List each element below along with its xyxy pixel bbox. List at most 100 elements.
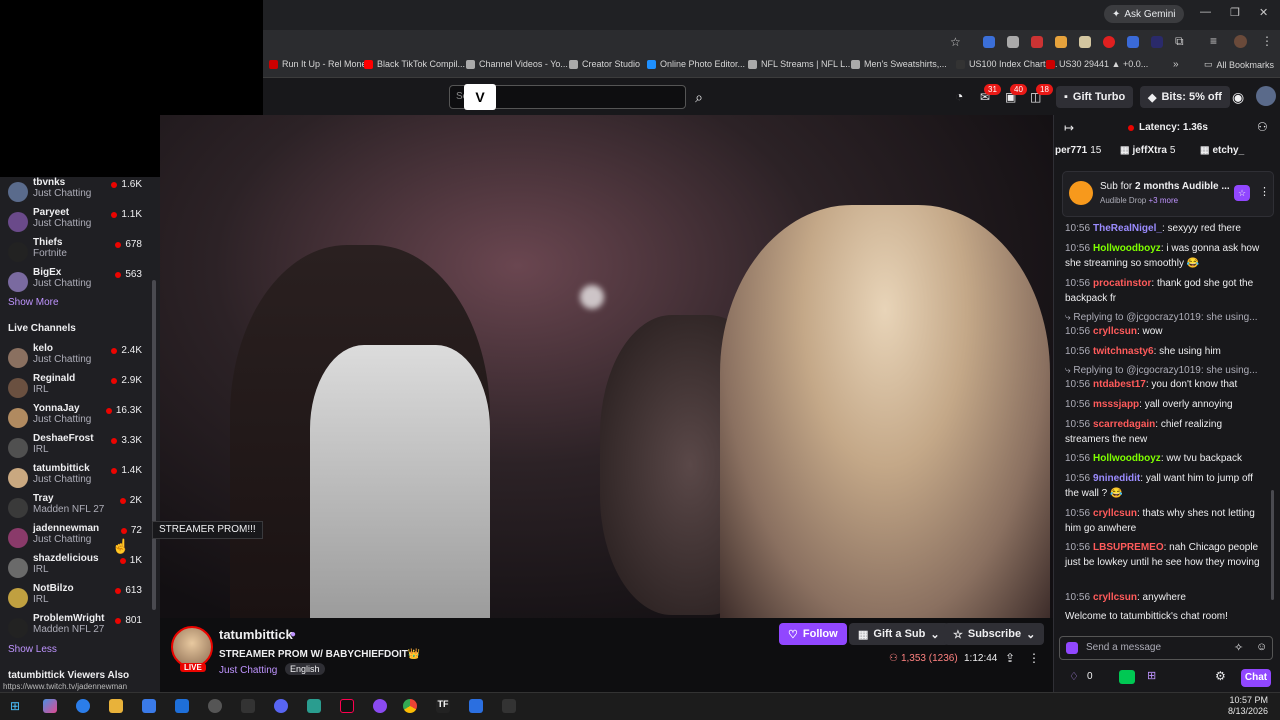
outlook-icon[interactable] xyxy=(175,699,189,713)
bookmark-star-icon[interactable]: ☆ xyxy=(950,35,961,49)
chat-username[interactable]: TheRealNigel_ xyxy=(1093,223,1162,234)
extension-icon[interactable] xyxy=(1151,36,1163,48)
bookmark-item[interactable]: NFL Streams | NFL L... xyxy=(748,59,853,69)
channel-points-icon[interactable]: ♢ xyxy=(1069,670,1079,683)
chat-username[interactable]: scarredagain xyxy=(1093,419,1155,430)
chat-username[interactable]: Hollwoodboyz xyxy=(1093,243,1161,254)
store-icon[interactable] xyxy=(142,699,156,713)
sidebar-scrollbar[interactable] xyxy=(152,280,156,610)
chat-username[interactable]: 9ninedidit xyxy=(1093,473,1140,484)
minimize-icon[interactable]: — xyxy=(1200,6,1211,18)
notification-bell-icon[interactable]: ◉ xyxy=(1232,89,1244,106)
edge-icon[interactable] xyxy=(76,699,90,713)
sidebar-channel-bigex[interactable]: BigEx Just Chatting 563 xyxy=(0,267,150,297)
top-gifter[interactable]: ▦ etchy_ xyxy=(1200,145,1247,156)
user-avatar[interactable] xyxy=(1256,86,1276,106)
follow-button[interactable]: ♡ Follow xyxy=(779,623,847,645)
extension-icon[interactable] xyxy=(1079,36,1091,48)
chat-send-button[interactable]: Chat xyxy=(1241,669,1271,687)
gift-sub-button[interactable]: ▦ Gift a Sub ⌄ xyxy=(849,623,949,645)
channel-name[interactable]: tatumbittick xyxy=(219,627,293,642)
bookmark-item[interactable]: Run It Up - Rel Money xyxy=(269,59,371,69)
collapse-chat-icon[interactable]: ↦ xyxy=(1064,121,1074,135)
chat-username[interactable]: procatinstor xyxy=(1093,278,1151,289)
extension-icon[interactable] xyxy=(1055,36,1067,48)
subscribe-button[interactable]: ☆ Subscribe ⌄ xyxy=(944,623,1045,645)
bookmark-item[interactable]: Channel Videos - Yo... xyxy=(466,59,568,69)
sidebar-channel-problemwright[interactable]: ProblemWright Madden NFL 27 801 xyxy=(0,613,150,643)
chrome-icon[interactable] xyxy=(403,699,417,713)
top-gifter[interactable]: per771 15 xyxy=(1055,145,1101,156)
kebab-menu-icon[interactable]: ⋮ xyxy=(1261,34,1273,48)
app-icon[interactable] xyxy=(373,699,387,713)
app-icon[interactable]: TF xyxy=(436,699,450,713)
reply-context[interactable]: ⤷ Replying to @jcgocrazy1019: she using.… xyxy=(1065,311,1265,326)
app-icon[interactable] xyxy=(469,699,483,713)
all-bookmarks[interactable]: ▭ All Bookmarks xyxy=(1204,59,1274,70)
prediction-icon[interactable]: ⊞ xyxy=(1147,669,1156,682)
app-icon[interactable] xyxy=(307,699,321,713)
extension-icon[interactable] xyxy=(1007,36,1019,48)
show-less-link[interactable]: Show Less xyxy=(8,644,57,655)
restore-icon[interactable]: ❐ xyxy=(1230,6,1240,19)
bits-button[interactable]: ◆ Bits: 5% off xyxy=(1140,86,1230,108)
extension-icon[interactable] xyxy=(1103,36,1115,48)
sparkle-icon[interactable]: ✧ xyxy=(1234,641,1243,654)
bookmark-item[interactable]: Online Photo Editor... xyxy=(647,59,745,69)
tiktok-icon[interactable] xyxy=(340,699,354,713)
emote-icon[interactable]: ☺ xyxy=(1256,641,1267,653)
category-link[interactable]: Just Chatting xyxy=(219,665,277,676)
top-gifter[interactable]: ▦ jeffXtra 5 xyxy=(1120,145,1175,156)
extension-icon[interactable] xyxy=(1127,36,1139,48)
sidebar-channel-tbvnks[interactable]: tbvnks Just Chatting 1.6K xyxy=(0,177,150,207)
video-player[interactable] xyxy=(160,115,1053,618)
gift-turbo-button[interactable]: ▪ Gift Turbo xyxy=(1056,86,1134,108)
more-options-icon[interactable]: ⋮ xyxy=(1259,185,1270,198)
sidebar-channel-kelo[interactable]: kelo Just Chatting 2.4K xyxy=(0,343,150,373)
bookmark-item[interactable]: Men's Sweatshirts,... xyxy=(851,59,947,69)
sidebar-channel-deshaefrost[interactable]: DeshaeFrost IRL 3.3K xyxy=(0,433,150,463)
settings-icon[interactable]: ⚙ xyxy=(1215,669,1226,683)
chevron-right-icon[interactable]: » xyxy=(1173,59,1179,70)
menu-lines-icon[interactable]: ≡ xyxy=(1210,34,1217,48)
sidebar-channel-paryeet[interactable]: Paryeet Just Chatting 1.1K xyxy=(0,207,150,237)
profile-avatar[interactable] xyxy=(1234,35,1247,48)
prime-crown-icon[interactable]: ◔ xyxy=(955,88,963,104)
chat-scrollbar[interactable] xyxy=(1271,490,1274,600)
users-icon[interactable]: ⚇ xyxy=(1257,120,1268,134)
close-icon[interactable]: ✕ xyxy=(1259,6,1268,19)
sidebar-channel-notbilzo[interactable]: NotBilzo IRL 613 xyxy=(0,583,150,613)
chat-username[interactable]: cryllcsun xyxy=(1093,326,1137,337)
puzzle-icon[interactable]: ⧉ xyxy=(1175,34,1184,49)
bookmark-item[interactable]: Creator Studio xyxy=(569,59,640,69)
ask-gemini-button[interactable]: ✦ Ask Gemini xyxy=(1104,5,1184,23)
channel-avatar[interactable] xyxy=(171,626,213,668)
epic-games-icon[interactable] xyxy=(241,699,255,713)
star-badge-icon[interactable]: ☆ xyxy=(1234,185,1250,201)
chat-username[interactable]: cryllcsun xyxy=(1093,508,1137,519)
sidebar-channel-shazdelicious[interactable]: shazdelicious IRL 1K xyxy=(0,553,150,583)
bookmark-item[interactable]: Black TikTok Compil... xyxy=(364,59,465,69)
bookmark-item[interactable]: US100 Index Charts... xyxy=(956,59,1058,69)
extension-icon[interactable] xyxy=(983,36,995,48)
sidebar-channel-yonnajay[interactable]: YonnaJay Just Chatting 16.3K xyxy=(0,403,150,433)
share-icon[interactable]: ⇪ xyxy=(1005,651,1015,665)
file-explorer-icon[interactable] xyxy=(109,699,123,713)
show-more-link[interactable]: Show More xyxy=(8,297,59,308)
search-icon[interactable]: ⌕ xyxy=(687,85,711,109)
reply-context[interactable]: ⤷ Replying to @jcgocrazy1019: she using.… xyxy=(1065,364,1265,379)
app-icon[interactable] xyxy=(208,699,222,713)
extension-icon[interactable] xyxy=(1031,36,1043,48)
audible-drop-banner[interactable]: Sub for 2 months Audible ... Audible Dro… xyxy=(1062,171,1274,217)
sidebar-channel-thiefs[interactable]: Thiefs Fortnite 678 xyxy=(0,237,150,267)
chat-username[interactable]: twitchnasty6 xyxy=(1093,346,1154,357)
chat-username[interactable]: ntdabest17 xyxy=(1093,379,1146,390)
sidebar-channel-tatumbittick[interactable]: tatumbittick Just Chatting 1.4K xyxy=(0,463,150,493)
sidebar-channel-reginald[interactable]: Reginald IRL 2.9K xyxy=(0,373,150,403)
language-tag[interactable]: English xyxy=(285,663,325,675)
app-icon[interactable] xyxy=(502,699,516,713)
chat-username[interactable]: Hollwoodboyz xyxy=(1093,453,1161,464)
chat-input[interactable]: Send a message ✧ ☺ xyxy=(1059,636,1273,660)
chat-username[interactable]: LBSUPREMEO xyxy=(1093,542,1164,553)
bonus-chest-icon[interactable] xyxy=(1119,670,1135,684)
